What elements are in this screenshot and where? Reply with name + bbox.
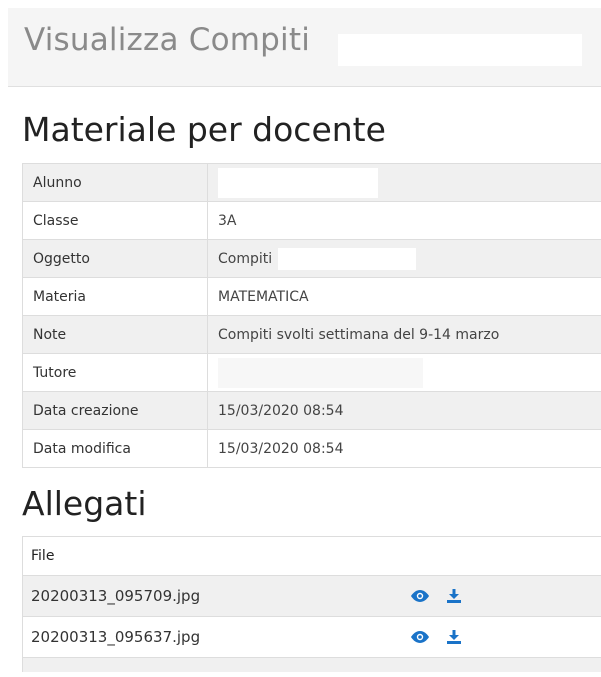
redacted-value bbox=[278, 247, 417, 270]
detail-label: Note bbox=[23, 316, 208, 353]
section-title-material: Materiale per docente bbox=[22, 110, 386, 149]
material-details-table: Alunno Classe 3A Oggetto Compiti Materia… bbox=[22, 163, 601, 468]
detail-value: MATEMATICA bbox=[218, 288, 309, 305]
detail-label: Alunno bbox=[23, 164, 208, 201]
detail-value: Compiti bbox=[208, 240, 601, 277]
page: Visualizza Compiti Materiale per docente… bbox=[0, 0, 601, 677]
redacted-area bbox=[338, 34, 582, 66]
detail-row-data-modifica: Data modifica 15/03/2020 08:54 bbox=[23, 430, 601, 468]
detail-value: Compiti svolti settimana del 9-14 marzo bbox=[218, 326, 500, 343]
attachment-row: 20200313_095709.jpg bbox=[23, 576, 601, 617]
page-header: Visualizza Compiti bbox=[8, 8, 601, 87]
detail-label: Materia bbox=[23, 278, 208, 315]
column-header-file: File bbox=[31, 548, 55, 564]
detail-value bbox=[208, 354, 601, 391]
attachments-table: File 20200313_095709.jpg 20200313_095637… bbox=[22, 536, 601, 672]
page-title: Visualizza Compiti bbox=[24, 22, 311, 58]
detail-row-data-creazione: Data creazione 15/03/2020 08:54 bbox=[23, 392, 601, 430]
download-icon[interactable] bbox=[443, 626, 465, 648]
detail-value: 15/03/2020 08:54 bbox=[218, 402, 344, 419]
detail-value bbox=[208, 164, 601, 201]
detail-row-materia: Materia MATEMATICA bbox=[23, 278, 601, 316]
attachment-row-partial bbox=[23, 658, 601, 672]
attachment-row: 20200313_095637.jpg bbox=[23, 617, 601, 658]
detail-label: Classe bbox=[23, 202, 208, 239]
attachment-actions bbox=[403, 585, 465, 607]
detail-row-oggetto: Oggetto Compiti bbox=[23, 240, 601, 278]
detail-label: Tutore bbox=[23, 354, 208, 391]
attachments-header-row: File bbox=[23, 537, 601, 576]
detail-row-tutore: Tutore bbox=[23, 354, 601, 392]
redacted-value bbox=[218, 167, 378, 198]
detail-row-alunno: Alunno bbox=[23, 164, 601, 202]
detail-value-text: Compiti bbox=[218, 250, 273, 267]
redacted-value bbox=[218, 357, 423, 388]
detail-value: 3A bbox=[218, 212, 237, 229]
detail-label: Oggetto bbox=[23, 240, 208, 277]
eye-icon[interactable] bbox=[409, 585, 431, 607]
download-icon[interactable] bbox=[443, 585, 465, 607]
attachment-filename: 20200313_095637.jpg bbox=[31, 628, 201, 646]
detail-row-note: Note Compiti svolti settimana del 9-14 m… bbox=[23, 316, 601, 354]
attachment-actions bbox=[403, 626, 465, 648]
detail-row-classe: Classe 3A bbox=[23, 202, 601, 240]
section-title-attachments: Allegati bbox=[22, 484, 147, 523]
attachment-filename: 20200313_095709.jpg bbox=[31, 587, 201, 605]
eye-icon[interactable] bbox=[409, 626, 431, 648]
detail-value: 15/03/2020 08:54 bbox=[218, 440, 344, 457]
detail-label: Data creazione bbox=[23, 392, 208, 429]
detail-label: Data modifica bbox=[23, 430, 208, 467]
